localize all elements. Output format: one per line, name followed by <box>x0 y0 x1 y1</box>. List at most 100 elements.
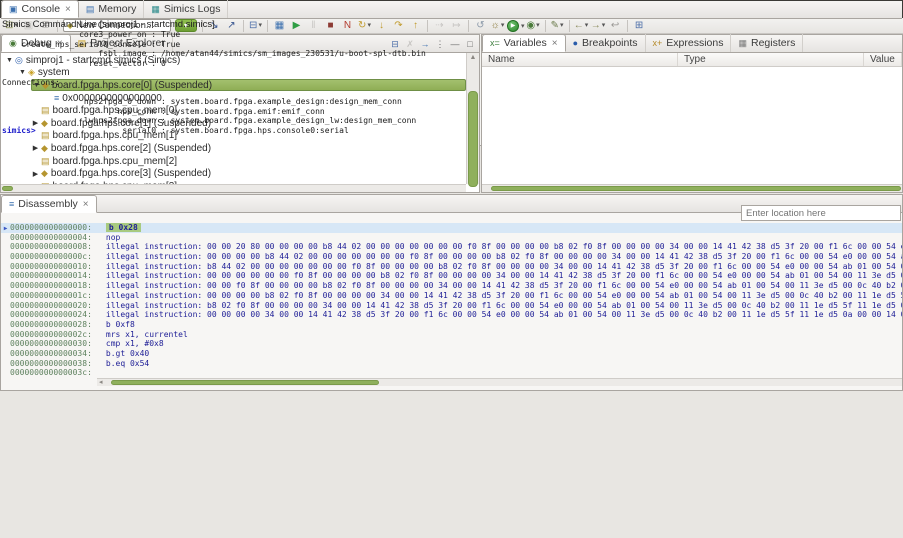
instruction-address: 0000000000000010: <box>10 262 92 272</box>
maximize-icon[interactable]: □ <box>463 38 477 51</box>
external-tools-button-dropdown-icon: ▾ <box>560 19 564 33</box>
debug-tree-item[interactable]: ▤board.fpga.hps.cpu_mem[2] <box>1 155 466 168</box>
debug-launch-button-dropdown-icon: ▾ <box>536 19 540 33</box>
console-icon: ▣ <box>9 4 18 15</box>
disassembly-line[interactable]: ▶0000000000000000:b 0x28 <box>1 223 902 233</box>
minimize-icon[interactable]: — <box>448 38 462 51</box>
instruction-stepping-button: ⇢ <box>432 19 447 33</box>
console-output: core3_power_on : True create_hps_serial0… <box>2 30 426 136</box>
forward-button[interactable]: →▾ <box>591 19 606 33</box>
instruction-stepping-button-icon: ⇢ <box>435 19 443 33</box>
close-icon[interactable]: × <box>552 38 558 49</box>
back-button[interactable]: ←▾ <box>574 19 589 33</box>
console-prompt[interactable]: simics> <box>2 126 36 135</box>
tab-label: Expressions <box>666 37 723 49</box>
instruction-address: 000000000000000c: <box>10 252 92 262</box>
debug-vscroll-thumb[interactable] <box>468 91 478 187</box>
tree-item-label: board.fpga.hps.core[2] (Suspended) <box>51 143 211 154</box>
disassembly-hscroll-thumb[interactable] <box>111 380 379 385</box>
debug-tree-item[interactable]: ▶◆board.fpga.hps.core[2] (Suspended) <box>1 142 466 155</box>
disassembly-line[interactable]: 0000000000000038:b.eq 0x54 <box>1 359 902 369</box>
view-menu-icon[interactable]: ⋮ <box>433 38 447 51</box>
disassembly-line[interactable]: 0000000000000024:illegal instruction: 00… <box>1 310 902 320</box>
disassembly-horizontal-scrollbar[interactable]: ◂ <box>97 378 902 386</box>
column-header-value[interactable]: Value <box>864 53 902 66</box>
column-header-name[interactable]: Name <box>482 53 678 66</box>
expander-icon[interactable]: ▶ <box>31 144 40 152</box>
vars-tab-registers[interactable]: ▦ Registers <box>731 34 803 52</box>
debug-horizontal-scrollbar[interactable] <box>1 184 466 192</box>
tree-row-bar: ▤board.fpga.hps.cpu_mem[2] <box>31 155 181 167</box>
variables-hscroll-thumb[interactable] <box>491 186 901 191</box>
disassembly-line[interactable]: 0000000000000030:cmp x1, #0x8 <box>1 339 902 349</box>
instruction-text: nop <box>106 233 120 242</box>
debug-vertical-scrollbar[interactable]: ▲ <box>466 53 479 184</box>
console-tab-memory[interactable]: ▤Memory <box>79 0 144 18</box>
disassembly-line[interactable]: 0000000000000034:b.gt 0x40 <box>1 349 902 359</box>
forward-button-dropdown-icon: ▾ <box>602 19 606 33</box>
variables-horizontal-scrollbar[interactable] <box>482 184 902 192</box>
disassembly-listing[interactable]: ▶0000000000000000:b 0x280000000000000004… <box>1 223 902 378</box>
vars-tab-variables[interactable]: x=Variables× <box>482 34 566 52</box>
disassembly-line[interactable]: 0000000000000020:illegal instruction: b8… <box>1 301 902 311</box>
instruction-text: illegal instruction: 00 00 00 00 b8 02 f… <box>106 291 902 300</box>
disassembly-line[interactable]: 0000000000000028:b 0xf8 <box>1 320 902 330</box>
toolbar-separator <box>569 20 570 32</box>
debug-launch-button[interactable]: ◉▾ <box>526 19 541 33</box>
instruction-text: mrs x1, currentel <box>106 330 188 339</box>
core-icon: ◆ <box>41 143 48 154</box>
run-button-dropdown-icon[interactable]: ▾ <box>521 22 525 30</box>
disassembly-line[interactable]: 0000000000000010:illegal instruction: b8… <box>1 262 902 272</box>
disasm-tab-disassembly[interactable]: ≡Disassembly× <box>1 195 97 213</box>
disassembly-line[interactable]: 000000000000001c:illegal instruction: 00… <box>1 291 902 301</box>
build-button-dropdown-icon: ▾ <box>501 19 505 33</box>
console-tab-console[interactable]: ▣Console× <box>1 0 79 18</box>
toolbar-separator <box>468 20 469 32</box>
close-icon[interactable]: × <box>83 199 89 210</box>
vars-tab-breakpoints[interactable]: ●Breakpoints <box>566 34 646 52</box>
build-button[interactable]: ☼▾ <box>490 19 505 33</box>
last-edit-location-button[interactable]: ↩ <box>608 19 623 33</box>
disassembly-line[interactable]: 0000000000000008: illegal instruction: 00… <box>1 242 902 252</box>
debug-launch-button-icon: ◉ <box>526 19 535 33</box>
run-button[interactable]: ▶ <box>507 20 519 32</box>
instruction-address: 0000000000000008: <box>10 242 92 252</box>
debug-tree-item[interactable]: ▶◆board.fpga.hps.core[3] (Suspended) <box>1 167 466 180</box>
instruction-address: 0000000000000024: <box>10 310 92 320</box>
tree-row-bar: ▶◆board.fpga.hps.core[3] (Suspended) <box>31 168 215 180</box>
scroll-left-icon[interactable]: ◂ <box>99 378 103 386</box>
variables-icon: x= <box>490 38 500 48</box>
close-icon[interactable]: × <box>65 4 71 15</box>
tab-label: Simics Logs <box>164 3 221 15</box>
toolbar-separator <box>627 20 628 32</box>
vars-tab-expressions[interactable]: x+Expressions <box>646 34 732 52</box>
expander-icon[interactable]: ▶ <box>31 170 40 178</box>
scroll-up-icon[interactable]: ▲ <box>467 54 479 61</box>
disassembly-line[interactable]: 0000000000000014:illegal instruction: 00… <box>1 271 902 281</box>
disassembly-line[interactable]: 000000000000002c:mrs x1, currentel <box>1 330 902 340</box>
registers-icon: ▦ <box>738 38 747 49</box>
tab-label: Breakpoints <box>582 37 637 49</box>
column-header-type[interactable]: Type <box>678 53 864 66</box>
external-tools-button[interactable]: ✎▾ <box>550 19 565 33</box>
disassembly-line[interactable]: 000000000000003c: <box>1 368 902 378</box>
build-button-icon: ☼ <box>491 19 500 33</box>
tree-row-bar: ▶◆board.fpga.hps.core[2] (Suspended) <box>31 142 215 154</box>
core-icon: ◆ <box>41 168 48 179</box>
disassembly-line[interactable]: 000000000000000c:illegal instruction: 00… <box>1 252 902 262</box>
open-perspective-button[interactable]: ⊞ <box>632 19 647 33</box>
instruction-text: b.eq 0x54 <box>106 359 149 368</box>
disassembly-line[interactable]: 0000000000000018: illegal instruction: 00… <box>1 281 902 291</box>
location-input[interactable] <box>741 205 901 221</box>
instruction-text: illegal instruction: 00 00 20 80 00 00 0… <box>106 242 902 251</box>
console-tab-simics-logs[interactable]: ▦ Simics Logs <box>144 0 228 18</box>
tab-label: Registers <box>751 37 795 49</box>
trace-button[interactable]: ↺ <box>473 19 488 33</box>
instruction-text: illegal instruction: 00 00 f0 8f 00 00 0… <box>106 281 902 290</box>
disassembly-line[interactable]: 0000000000000004: nop <box>1 233 902 243</box>
simics-logs-icon: ▦ <box>151 4 160 15</box>
debug-hscroll-thumb[interactable] <box>2 186 13 191</box>
instruction-address: 0000000000000018: <box>10 281 92 291</box>
instruction-address: 0000000000000004: <box>10 233 92 243</box>
back-button-icon: ← <box>574 19 584 33</box>
